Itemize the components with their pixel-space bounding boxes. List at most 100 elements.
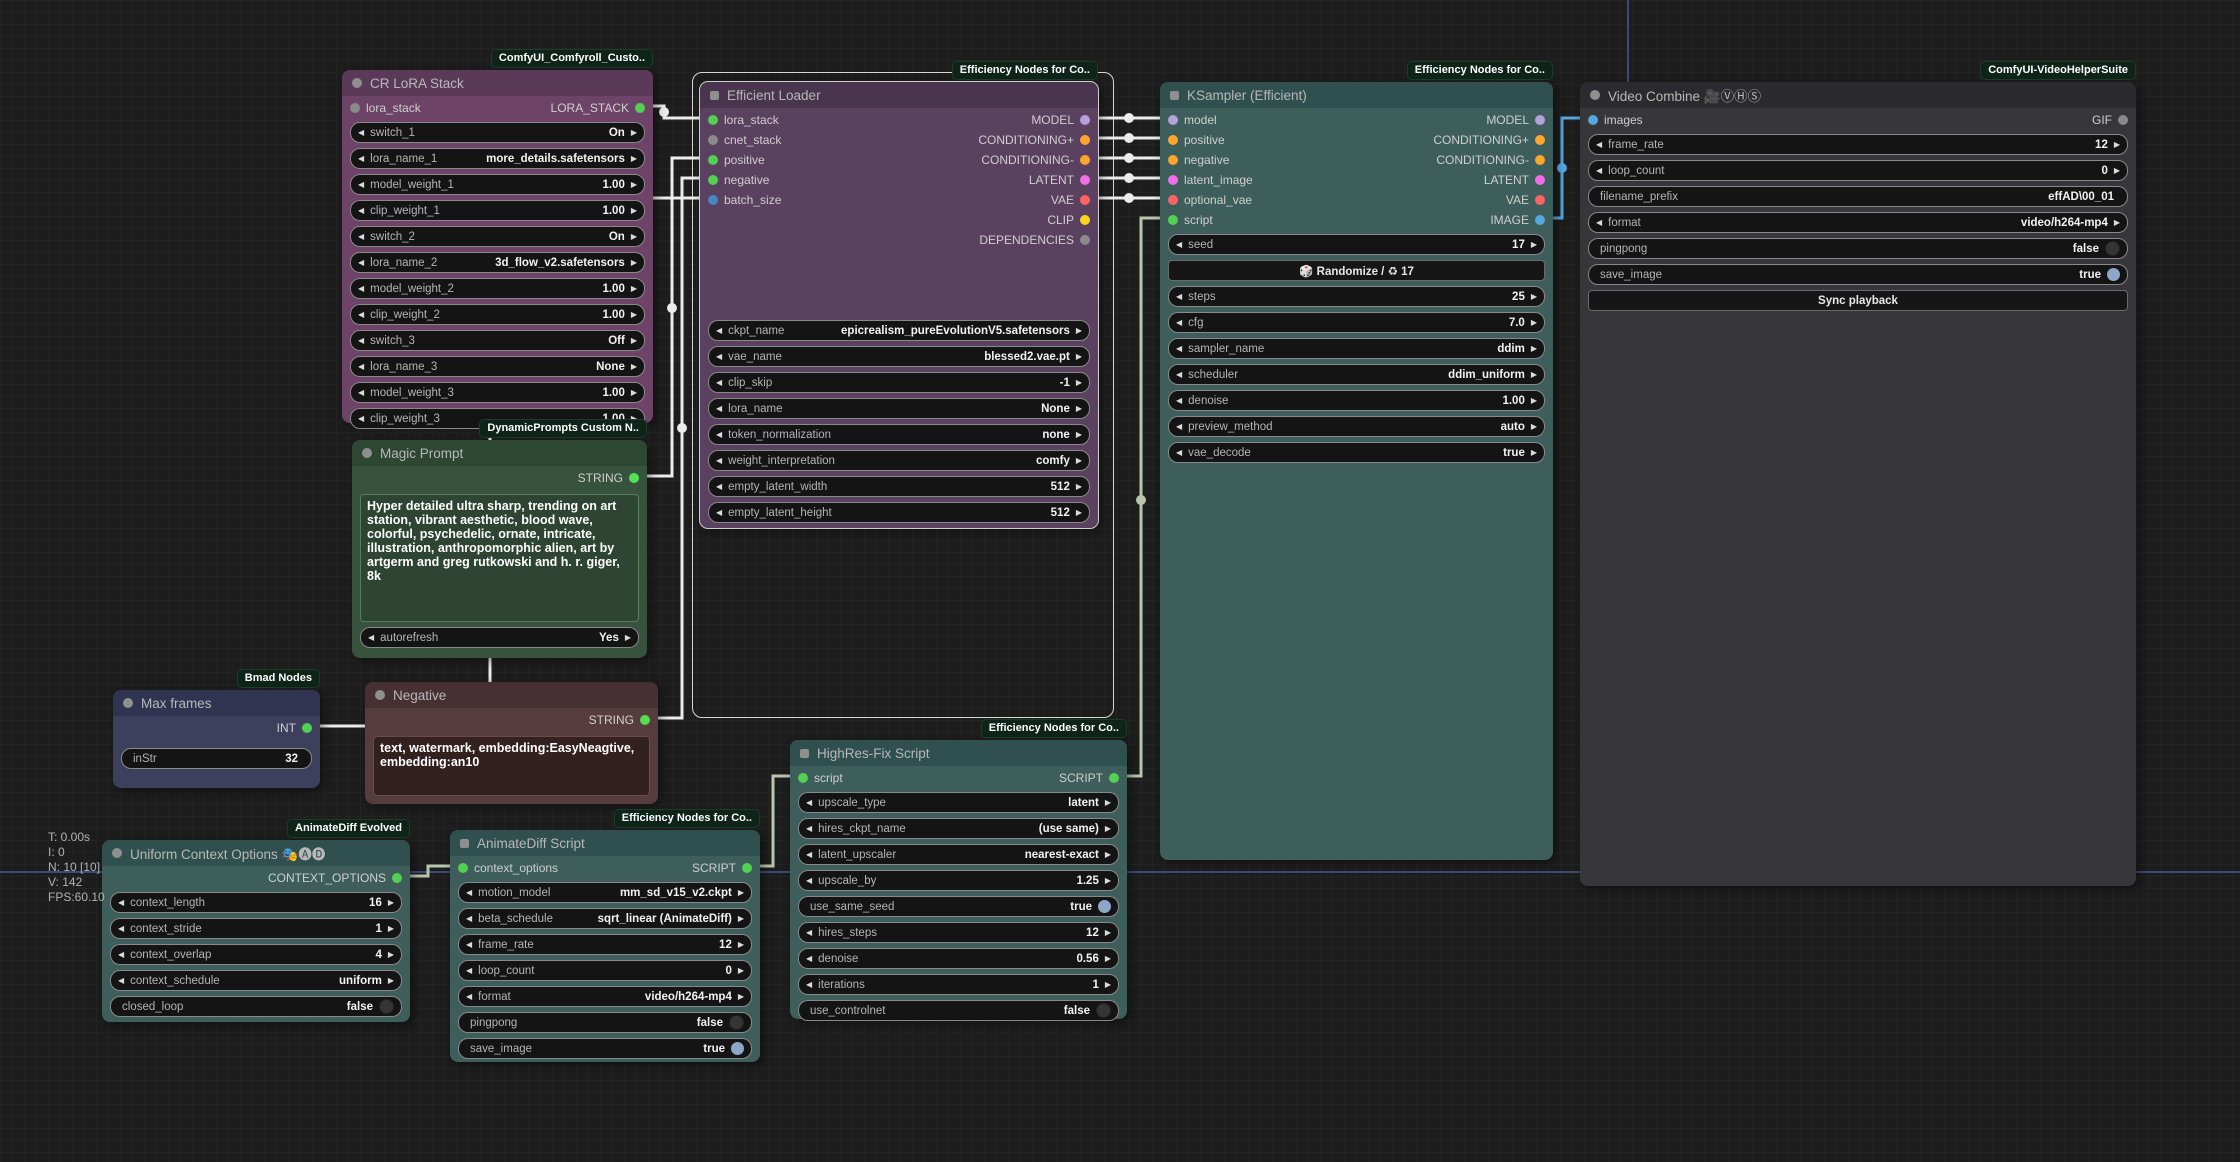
node-titlebar[interactable]: KSampler (Efficient) <box>1160 82 1553 108</box>
widget-denoise[interactable]: ◀denoise0.56▶ <box>798 948 1119 969</box>
widget-clip-skip[interactable]: ◀clip_skip-1▶ <box>708 372 1090 393</box>
stepper-left-arrow-icon[interactable]: ◀ <box>118 950 124 959</box>
output-slot-latent[interactable]: LATENT <box>1484 173 1545 187</box>
stepper-left-arrow-icon[interactable]: ◀ <box>716 352 722 361</box>
node-titlebar[interactable]: Max frames <box>113 690 320 716</box>
widget-context-schedule[interactable]: ◀context_scheduleuniform▶ <box>110 970 402 991</box>
stepper-left-arrow-icon[interactable]: ◀ <box>806 850 812 859</box>
output-slot-dependencies[interactable]: DEPENDENCIES <box>979 233 1090 247</box>
widget-context-overlap[interactable]: ◀context_overlap4▶ <box>110 944 402 965</box>
stepper-right-arrow-icon[interactable]: ▶ <box>1105 954 1111 963</box>
randomize-button[interactable]: 🎲 Randomize / ♻ 17 <box>1168 260 1545 281</box>
output-slot-conditioning[interactable]: CONDITIONING+ <box>978 133 1090 147</box>
widget-weight-interpretation[interactable]: ◀weight_interpretationcomfy▶ <box>708 450 1090 471</box>
stepper-right-arrow-icon[interactable]: ▶ <box>1531 422 1537 431</box>
stepper-left-arrow-icon[interactable]: ◀ <box>1176 396 1182 405</box>
widget-context-length[interactable]: ◀context_length16▶ <box>110 892 402 913</box>
toggle-knob[interactable] <box>1098 900 1111 913</box>
stepper-right-arrow-icon[interactable]: ▶ <box>631 336 637 345</box>
widget-frame-rate[interactable]: ◀frame_rate12▶ <box>1588 134 2128 155</box>
widget-sampler-name[interactable]: ◀sampler_nameddim▶ <box>1168 338 1545 359</box>
widget-token-normalization[interactable]: ◀token_normalizationnone▶ <box>708 424 1090 445</box>
widget-seed[interactable]: ◀seed17▶ <box>1168 234 1545 255</box>
input-slot-images[interactable]: images <box>1588 113 1643 127</box>
stepper-right-arrow-icon[interactable]: ▶ <box>1076 404 1082 413</box>
stepper-left-arrow-icon[interactable]: ◀ <box>806 954 812 963</box>
output-slot-script[interactable]: SCRIPT <box>1059 771 1119 785</box>
stepper-left-arrow-icon[interactable]: ◀ <box>1176 448 1182 457</box>
toggle-knob[interactable] <box>729 1015 744 1030</box>
input-slot-lora-stack[interactable]: lora_stack <box>350 101 421 115</box>
stepper-left-arrow-icon[interactable]: ◀ <box>358 388 364 397</box>
stepper-right-arrow-icon[interactable]: ▶ <box>631 388 637 397</box>
output-slot-dot[interactable] <box>629 473 639 483</box>
stepper-left-arrow-icon[interactable]: ◀ <box>1176 422 1182 431</box>
stepper-left-arrow-icon[interactable]: ◀ <box>1176 240 1182 249</box>
widget-filename-prefix[interactable]: filename_prefixeffAD\00_01 <box>1588 186 2128 207</box>
node-cr-lora-stack[interactable]: CR LoRA Stacklora_stackLORA_STACK◀switch… <box>342 70 653 423</box>
stepper-right-arrow-icon[interactable]: ▶ <box>1105 850 1111 859</box>
node-animatediff-script[interactable]: AnimateDiff Scriptcontext_optionsSCRIPT◀… <box>450 830 760 1062</box>
output-slot-dot[interactable] <box>742 863 752 873</box>
widget-frame-rate[interactable]: ◀frame_rate12▶ <box>458 934 752 955</box>
output-slot-model[interactable]: MODEL <box>1486 113 1545 127</box>
input-slot-dot[interactable] <box>708 135 718 145</box>
stepper-right-arrow-icon[interactable]: ▶ <box>388 976 394 985</box>
node-titlebar[interactable]: HighRes-Fix Script <box>790 740 1127 766</box>
node-titlebar[interactable]: Uniform Context Options 🎭🅐🅓 <box>102 840 410 866</box>
input-slot-dot[interactable] <box>798 773 808 783</box>
stepper-left-arrow-icon[interactable]: ◀ <box>358 154 364 163</box>
output-slot-dot[interactable] <box>1535 175 1545 185</box>
output-slot-dot[interactable] <box>1080 195 1090 205</box>
widget-lora-name-3[interactable]: ◀lora_name_3None▶ <box>350 356 645 377</box>
node-titlebar[interactable]: Efficient Loader <box>700 82 1098 108</box>
output-slot-lora-stack[interactable]: LORA_STACK <box>551 101 645 115</box>
stepper-right-arrow-icon[interactable]: ▶ <box>1076 378 1082 387</box>
output-slot-string[interactable]: STRING <box>589 713 650 727</box>
widget-model-weight-2[interactable]: ◀model_weight_21.00▶ <box>350 278 645 299</box>
stepper-right-arrow-icon[interactable]: ▶ <box>738 940 744 949</box>
widget-motion-model[interactable]: ◀motion_modelmm_sd_v15_v2.ckpt▶ <box>458 882 752 903</box>
stepper-right-arrow-icon[interactable]: ▶ <box>1076 352 1082 361</box>
stepper-left-arrow-icon[interactable]: ◀ <box>716 404 722 413</box>
stepper-left-arrow-icon[interactable]: ◀ <box>358 128 364 137</box>
widget-vae-name[interactable]: ◀vae_nameblessed2.vae.pt▶ <box>708 346 1090 367</box>
stepper-left-arrow-icon[interactable]: ◀ <box>806 876 812 885</box>
stepper-right-arrow-icon[interactable]: ▶ <box>631 362 637 371</box>
stepper-left-arrow-icon[interactable]: ◀ <box>716 508 722 517</box>
input-slot-script[interactable]: script <box>1168 213 1213 227</box>
stepper-right-arrow-icon[interactable]: ▶ <box>738 914 744 923</box>
stepper-right-arrow-icon[interactable]: ▶ <box>388 950 394 959</box>
output-slot-dot[interactable] <box>1535 135 1545 145</box>
output-slot-vae[interactable]: VAE <box>1051 193 1090 207</box>
widget-beta-schedule[interactable]: ◀beta_schedulesqrt_linear (AnimateDiff)▶ <box>458 908 752 929</box>
input-slot-latent-image[interactable]: latent_image <box>1168 173 1253 187</box>
widget-empty-latent-width[interactable]: ◀empty_latent_width512▶ <box>708 476 1090 497</box>
stepper-left-arrow-icon[interactable]: ◀ <box>716 430 722 439</box>
widget-lora-name[interactable]: ◀lora_nameNone▶ <box>708 398 1090 419</box>
input-slot-dot[interactable] <box>1588 115 1598 125</box>
stepper-left-arrow-icon[interactable]: ◀ <box>806 824 812 833</box>
widget-save-image[interactable]: save_imagetrue <box>458 1038 752 1059</box>
stepper-right-arrow-icon[interactable]: ▶ <box>1531 318 1537 327</box>
input-slot-dot[interactable] <box>708 155 718 165</box>
stepper-left-arrow-icon[interactable]: ◀ <box>1596 166 1602 175</box>
output-slot-clip[interactable]: CLIP <box>1047 213 1090 227</box>
input-slot-dot[interactable] <box>1168 155 1178 165</box>
input-slot-negative[interactable]: negative <box>708 173 769 187</box>
stepper-right-arrow-icon[interactable]: ▶ <box>631 284 637 293</box>
widget-autorefresh[interactable]: ◀autorefreshYes▶ <box>360 627 639 648</box>
widget-model-weight-3[interactable]: ◀model_weight_31.00▶ <box>350 382 645 403</box>
stepper-left-arrow-icon[interactable]: ◀ <box>358 414 364 423</box>
widget-model-weight-1[interactable]: ◀model_weight_11.00▶ <box>350 174 645 195</box>
output-slot-int[interactable]: INT <box>277 721 312 735</box>
stepper-left-arrow-icon[interactable]: ◀ <box>1176 344 1182 353</box>
widget-pingpong[interactable]: pingpongfalse <box>1588 238 2128 259</box>
output-slot-dot[interactable] <box>1080 215 1090 225</box>
output-slot-dot[interactable] <box>1080 135 1090 145</box>
stepper-left-arrow-icon[interactable]: ◀ <box>716 326 722 335</box>
stepper-right-arrow-icon[interactable]: ▶ <box>631 258 637 267</box>
widget-upscale-by[interactable]: ◀upscale_by1.25▶ <box>798 870 1119 891</box>
stepper-right-arrow-icon[interactable]: ▶ <box>1076 430 1082 439</box>
prompt-textarea[interactable]: text, watermark, embedding:EasyNeagtive,… <box>373 736 650 796</box>
